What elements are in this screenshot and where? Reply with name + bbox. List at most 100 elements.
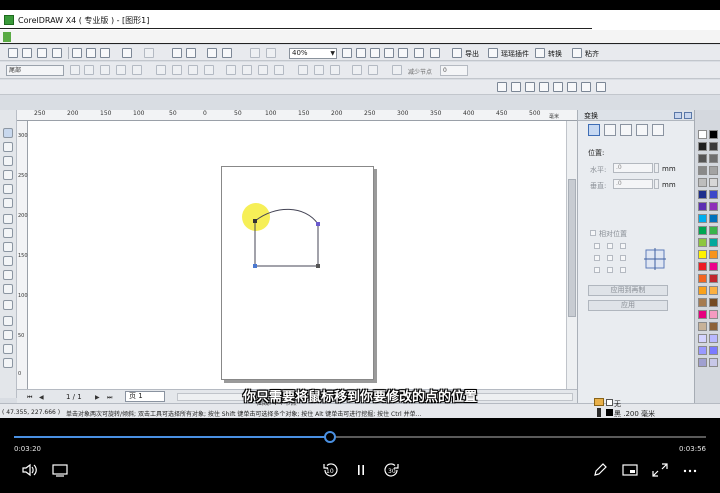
anchor-bottom-center[interactable] [607, 267, 613, 273]
curve-node[interactable] [316, 264, 320, 268]
anchor-top-center[interactable] [607, 243, 613, 249]
palette-swatch[interactable] [709, 154, 718, 163]
stretch-nodes-icon[interactable] [298, 65, 308, 75]
palette-swatch[interactable] [698, 166, 707, 175]
select-all-nodes-icon[interactable] [70, 65, 80, 75]
mini-view-icon[interactable] [621, 462, 639, 478]
palette-swatch[interactable] [709, 298, 718, 307]
palette-swatch[interactable] [698, 310, 707, 319]
to-curve-icon[interactable] [172, 65, 182, 75]
palette-swatch[interactable] [698, 154, 707, 163]
curve-node[interactable] [253, 219, 257, 223]
anchor-bottom-left[interactable] [594, 267, 600, 273]
tidy-icon[interactable] [572, 48, 582, 58]
shortcut-7-icon[interactable] [581, 82, 591, 92]
reflect-horizontal-icon[interactable] [352, 65, 362, 75]
vertical-scroll-thumb[interactable] [568, 179, 576, 317]
export-plugin-label[interactable]: 导出 [465, 49, 479, 59]
anchor-center[interactable] [607, 255, 613, 261]
zoom-tool-icon[interactable] [3, 170, 13, 180]
table-tool-icon[interactable] [3, 284, 13, 294]
import-icon[interactable] [172, 48, 182, 58]
launcher-dropdown-icon[interactable] [222, 48, 232, 58]
pause-icon[interactable] [352, 462, 370, 478]
volume-icon[interactable] [21, 462, 39, 478]
smart-fill-tool-icon[interactable] [3, 198, 13, 208]
vertical-spinner[interactable] [654, 179, 659, 189]
palette-swatch[interactable] [698, 334, 707, 343]
palette-swatch[interactable] [709, 274, 718, 283]
export-plugin-icon[interactable] [452, 48, 462, 58]
subtitles-icon[interactable] [51, 462, 69, 478]
zoom-in-icon[interactable] [342, 48, 352, 58]
yaoyao-plugin-label[interactable]: 瑶瑶插件 [501, 49, 529, 59]
anchor-bottom-right[interactable] [620, 267, 626, 273]
docker-close-icon[interactable] [684, 112, 692, 119]
elastic-mode-icon[interactable] [392, 65, 402, 75]
palette-swatch[interactable] [709, 334, 718, 343]
relative-position-checkbox[interactable] [590, 230, 596, 236]
text-tool-icon[interactable] [3, 270, 13, 280]
palette-swatch[interactable] [709, 214, 718, 223]
palette-swatch[interactable] [709, 142, 718, 151]
outline-color-swatch[interactable] [606, 409, 613, 416]
palette-swatch[interactable] [698, 298, 707, 307]
open-folder-icon[interactable] [22, 48, 32, 58]
docker-minimize-icon[interactable] [674, 112, 682, 119]
curve-node[interactable] [316, 222, 320, 226]
outline-pen-icon[interactable] [597, 408, 601, 417]
break-curve-icon[interactable] [132, 65, 142, 75]
shortcut-6-icon[interactable] [567, 82, 577, 92]
join-nodes-icon[interactable] [116, 65, 126, 75]
palette-swatch[interactable] [698, 130, 707, 139]
palette-swatch[interactable] [709, 262, 718, 271]
basic-shapes-tool-icon[interactable] [3, 256, 13, 266]
redo-icon[interactable] [144, 48, 154, 58]
palette-swatch[interactable] [709, 166, 718, 175]
palette-swatch[interactable] [698, 262, 707, 271]
yaoyao-plugin-icon[interactable] [488, 48, 498, 58]
extract-subpath-icon[interactable] [274, 65, 284, 75]
vertical-ruler[interactable]: 300 250 200 150 100 50 0 [17, 121, 28, 389]
horizontal-spinner[interactable] [654, 163, 659, 173]
palette-swatch[interactable] [698, 274, 707, 283]
reflect-vertical-icon[interactable] [368, 65, 378, 75]
zoom-out-icon[interactable] [356, 48, 366, 58]
palette-swatch[interactable] [698, 214, 707, 223]
shortcut-1-icon[interactable] [497, 82, 507, 92]
interactive-blend-tool-icon[interactable] [3, 300, 13, 310]
palette-swatch[interactable] [709, 286, 718, 295]
cusp-node-icon[interactable] [188, 65, 198, 75]
pan-icon[interactable] [430, 48, 440, 58]
smooth-node-icon[interactable] [204, 65, 214, 75]
shortcut-4-icon[interactable] [539, 82, 549, 92]
to-line-icon[interactable] [156, 65, 166, 75]
rectangle-tool-icon[interactable] [3, 214, 13, 224]
skew-tab-icon[interactable] [652, 124, 664, 136]
skip-forward-icon[interactable]: 30 [383, 462, 401, 478]
anchor-middle-left[interactable] [594, 255, 600, 261]
shortcut-8-icon[interactable] [596, 82, 606, 92]
palette-swatch[interactable] [709, 346, 718, 355]
undo-icon[interactable] [122, 48, 132, 58]
document-icon[interactable] [3, 32, 11, 42]
paste-icon[interactable] [100, 48, 110, 58]
reverse-direction-icon[interactable] [242, 65, 252, 75]
palette-swatch[interactable] [698, 142, 707, 151]
curve-style-select[interactable]: 尾部 [6, 65, 64, 76]
curve-smoothness-input[interactable]: 0 [440, 65, 468, 76]
convert-icon[interactable] [535, 48, 545, 58]
palette-swatch[interactable] [698, 322, 707, 331]
palette-swatch[interactable] [709, 202, 718, 211]
palette-swatch[interactable] [698, 226, 707, 235]
zoom-page-icon[interactable] [398, 48, 408, 58]
palette-swatch[interactable] [709, 178, 718, 187]
crop-tool-icon[interactable] [3, 156, 13, 166]
zoom-width-icon[interactable] [414, 48, 424, 58]
horizontal-ruler[interactable]: 250 200 150 100 50 0 50 100 150 200 250 … [17, 110, 577, 121]
progress-thumb[interactable] [323, 431, 336, 443]
skip-back-icon[interactable]: 10 [321, 462, 339, 478]
extend-curve-icon[interactable] [258, 65, 268, 75]
new-document-icon[interactable] [8, 48, 18, 58]
size-tab-icon[interactable] [636, 124, 648, 136]
